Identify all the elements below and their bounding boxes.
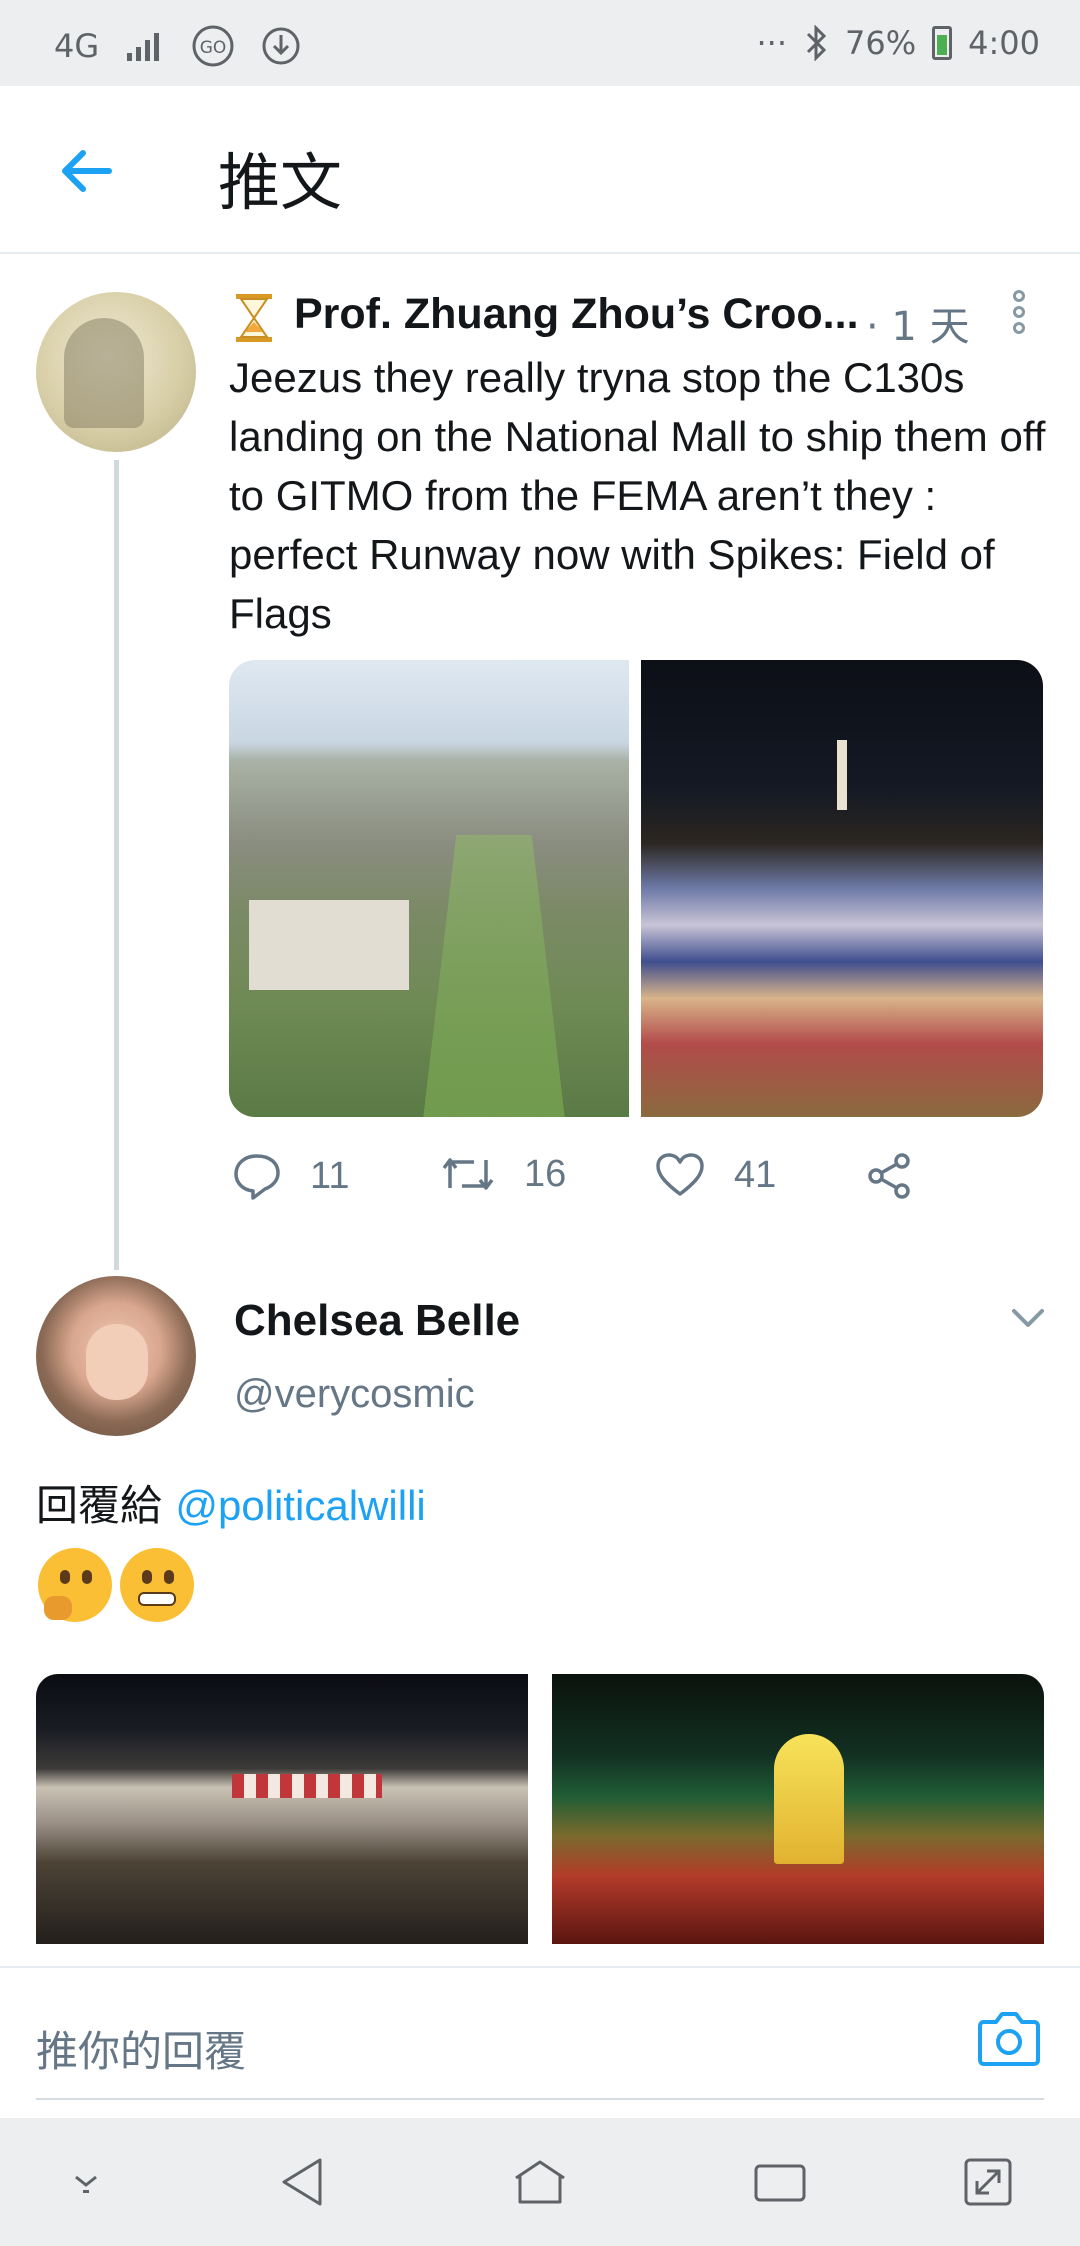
bluetooth-icon — [806, 25, 827, 61]
go-icon: GO — [192, 25, 234, 67]
battery-percent: 76% — [845, 24, 917, 62]
tweet-time: · 1 天 — [866, 304, 970, 350]
emoji-row — [38, 1548, 194, 1622]
svg-text:GO: GO — [200, 38, 227, 58]
back-arrow-icon — [62, 150, 112, 192]
retweet-icon — [442, 1158, 494, 1190]
status-bar: 4G GO ··· 76% 4:00 — [0, 0, 1080, 86]
chevron-down-small-icon — [75, 2175, 97, 2193]
back-button[interactable] — [50, 136, 120, 206]
reply-context: 回覆給 @politicalwilli — [36, 1472, 426, 1533]
author-handle[interactable]: @verycosmic — [234, 1372, 475, 1417]
share-icon — [868, 1153, 910, 1199]
app-header: 推文 — [0, 86, 1080, 254]
clock: 4:00 — [968, 24, 1040, 62]
reply-button[interactable]: 11 — [232, 1152, 349, 1200]
grimacing-face-icon — [120, 1548, 194, 1622]
back-triangle-icon — [282, 2158, 322, 2206]
network-type: 4G — [54, 27, 100, 65]
page-title: 推文 — [218, 146, 343, 219]
tweet-image[interactable] — [641, 660, 1043, 1117]
tweet-image[interactable] — [36, 1674, 528, 1944]
home-icon — [515, 2160, 565, 2204]
nav-screenshot-button[interactable] — [956, 2152, 1020, 2212]
recents-icon — [754, 2164, 806, 2202]
heart-icon — [656, 1153, 704, 1196]
input-underline — [36, 2098, 1044, 2100]
avatar[interactable] — [36, 1276, 196, 1436]
share-button[interactable] — [864, 1152, 914, 1200]
overflow-dots-icon: ··· — [756, 24, 788, 62]
tweet-text: Jeezus they really tryna stop the C130s … — [229, 354, 1046, 637]
nav-back-button[interactable] — [270, 2152, 334, 2212]
system-nav-bar — [0, 2118, 1080, 2246]
signal-icon — [127, 33, 160, 61]
hourglass-icon — [236, 294, 272, 342]
battery-icon — [932, 26, 953, 60]
status-right: ··· 76% 4:00 — [757, 24, 1041, 62]
more-options-icon[interactable] — [1004, 288, 1034, 336]
download-icon — [262, 27, 300, 65]
camera-icon[interactable] — [976, 2008, 1042, 2068]
status-left: 4G GO — [54, 24, 301, 68]
chevron-down-icon[interactable] — [1010, 1306, 1046, 1330]
nav-home-button[interactable] — [508, 2152, 572, 2212]
thread-line — [114, 460, 119, 1270]
tweet-image[interactable] — [552, 1674, 1044, 1944]
like-button[interactable]: 41 — [654, 1152, 776, 1198]
nav-recents-button[interactable] — [748, 2152, 812, 2212]
reply-prefix: 回覆給 — [36, 1481, 163, 1530]
nav-hide-button[interactable] — [54, 2152, 118, 2212]
expand-icon — [964, 2158, 1012, 2206]
reply-count: 11 — [310, 1154, 350, 1197]
like-count: 41 — [734, 1153, 777, 1196]
retweet-button[interactable]: 16 — [440, 1152, 566, 1196]
reply-input[interactable]: 推你的回覆 — [36, 2018, 246, 2079]
author-name[interactable]: Prof. Zhuang Zhou’s Croo... — [294, 290, 859, 339]
retweet-count: 16 — [524, 1152, 567, 1195]
thinking-face-icon — [38, 1548, 112, 1622]
reply-mention-link[interactable]: @politicalwilli — [175, 1482, 425, 1529]
reply-composer: 推你的回覆 — [0, 1966, 1080, 2118]
avatar[interactable] — [36, 292, 196, 452]
comment-icon — [234, 1154, 280, 1200]
author-name[interactable]: Chelsea Belle — [234, 1296, 520, 1346]
tweet-image[interactable] — [229, 660, 629, 1117]
